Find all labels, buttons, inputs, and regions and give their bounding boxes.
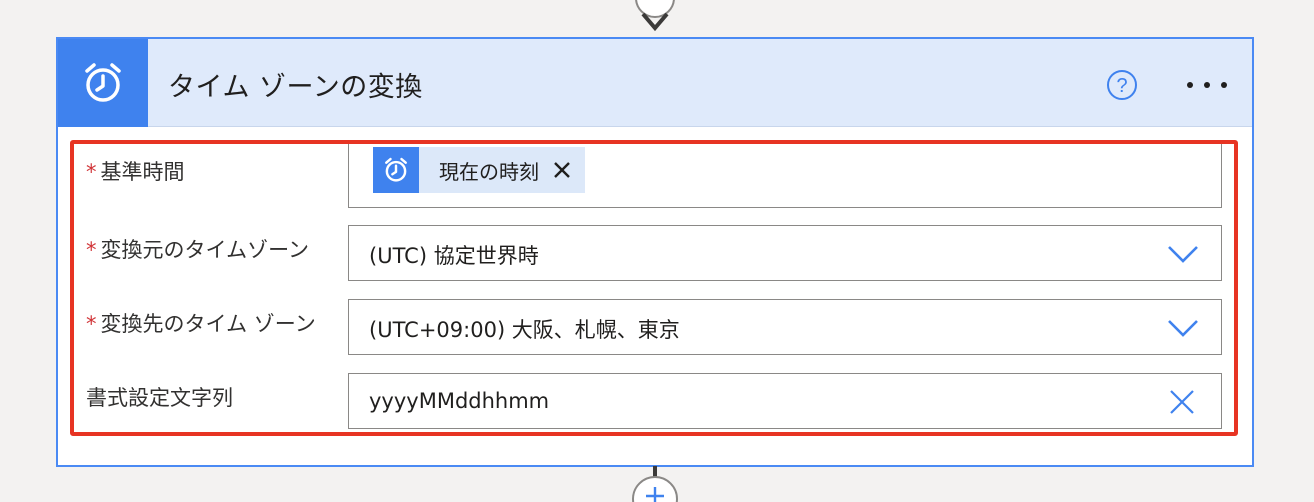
format-string-value: yyyyMMddhhmm bbox=[369, 389, 550, 413]
base-time-input[interactable]: 現在の時刻 bbox=[348, 142, 1222, 208]
help-circle-icon[interactable]: ? bbox=[1106, 69, 1138, 101]
source-timezone-label: * 変換元のタイムゾーン bbox=[86, 234, 309, 264]
card-header[interactable]: タイム ゾーンの変換 ? bbox=[58, 39, 1252, 127]
required-marker: * bbox=[86, 312, 97, 336]
required-marker: * bbox=[86, 238, 97, 262]
ellipsis-icon[interactable] bbox=[1182, 75, 1232, 95]
source-timezone-label-text: 変換元のタイムゾーン bbox=[100, 238, 310, 262]
target-timezone-value: (UTC+09:00) 大阪、札幌、東京 bbox=[369, 318, 680, 342]
clear-icon[interactable] bbox=[1169, 389, 1195, 415]
flow-canvas: タイム ゾーンの変換 ? * 基準時間 現在の時刻 * 変換元のタイムゾーン (… bbox=[0, 0, 1314, 502]
current-time-token[interactable]: 現在の時刻 bbox=[373, 147, 585, 193]
required-marker: * bbox=[86, 160, 97, 184]
plus-icon bbox=[646, 487, 664, 502]
source-timezone-value: (UTC) 協定世界時 bbox=[369, 244, 539, 268]
source-timezone-dropdown[interactable]: (UTC) 協定世界時 bbox=[348, 225, 1222, 281]
card-title: タイム ゾーンの変換 bbox=[168, 72, 423, 103]
base-time-label-text: 基準時間 bbox=[100, 160, 185, 184]
format-string-input[interactable]: yyyyMMddhhmm bbox=[348, 373, 1222, 429]
target-timezone-label: * 変換先のタイム ゾーン bbox=[86, 308, 316, 338]
add-step-button[interactable] bbox=[632, 476, 678, 502]
svg-text:?: ? bbox=[1116, 75, 1127, 97]
alarm-clock-icon bbox=[373, 147, 419, 193]
close-icon[interactable] bbox=[551, 159, 573, 181]
target-timezone-dropdown[interactable]: (UTC+09:00) 大阪、札幌、東京 bbox=[348, 299, 1222, 355]
format-string-label: 書式設定文字列 bbox=[86, 386, 233, 410]
target-timezone-label-text: 変換先のタイム ゾーン bbox=[100, 312, 316, 336]
base-time-label: * 基準時間 bbox=[86, 156, 185, 186]
chevron-down-icon[interactable] bbox=[1167, 318, 1199, 338]
chevron-down-icon[interactable] bbox=[1167, 244, 1199, 264]
arrow-down-icon bbox=[641, 12, 669, 32]
token-label: 現在の時刻 bbox=[439, 159, 539, 184]
alarm-clock-icon bbox=[58, 39, 148, 127]
